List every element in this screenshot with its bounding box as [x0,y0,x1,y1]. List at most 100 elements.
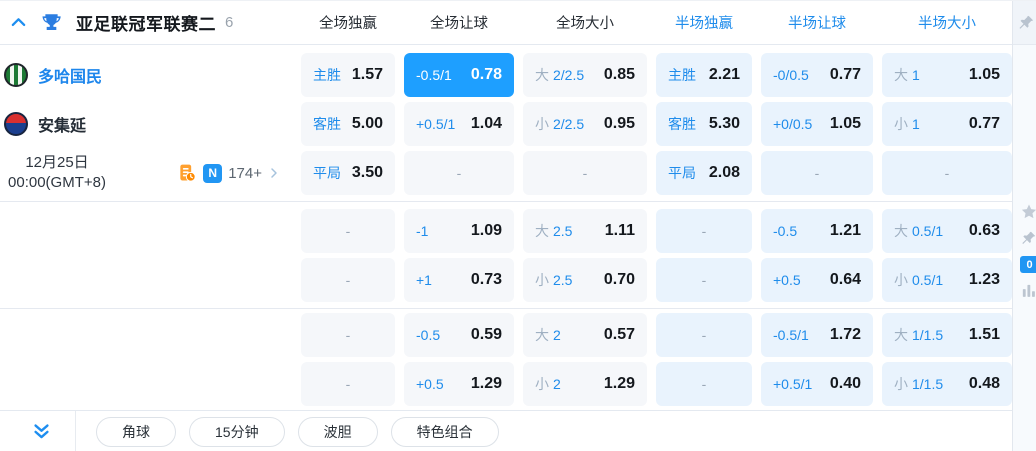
odds-value: 1.23 [968,271,1000,288]
odds-cell[interactable]: +0/0.5 1.05 [761,102,873,146]
odds-cell-empty: - [301,209,395,253]
odds-cell-empty: - [301,313,395,357]
odds-cell[interactable]: 平局 3.50 [301,151,395,195]
stats-bars-icon[interactable] [1020,282,1036,299]
odds-label: 大 0.5/1 [894,223,944,239]
odds-label: 小1 [894,116,920,132]
odds-value: 0.57 [603,326,635,343]
column-header-halftime-handicap[interactable]: 半场让球 [761,12,873,33]
odds-cell[interactable]: 大 2.5 1.11 [523,209,647,253]
odds-value: 1.11 [604,222,635,239]
odds-value: 3.50 [351,164,383,181]
odds-group: - -0.5 0.59 大 2 0.57 - -0.5/1 1.72 大 1/1.5 1.51 - +0.… [0,309,1012,410]
match-date: 12月25日 [25,154,89,171]
odds-label: +0.5 [773,272,801,288]
match-time: 00:00(GMT+8) [8,174,106,191]
odds-cell[interactable]: +0.5/1 1.04 [404,102,514,146]
row-left-panel [0,258,292,302]
column-header-halftime-overunder[interactable]: 半场大小 [882,12,1012,33]
market-button-special-combos[interactable]: 特色组合 [390,416,499,447]
odds-cell[interactable]: 小 2.5 0.70 [523,258,647,302]
odds-cell[interactable]: 客胜 5.00 [301,102,395,146]
right-rail: 0 [1012,1,1036,451]
empty-odds-dash: - [582,165,588,181]
odds-label: -1 [416,223,429,239]
odds-cell[interactable]: 平局 2.08 [656,151,752,195]
column-header-fulltime-handicap[interactable]: 全场让球 [404,12,514,33]
odds-cell[interactable]: -0.5/1 1.72 [761,313,873,357]
odds-cell[interactable]: 大 2/2.5 0.85 [523,53,647,97]
league-title[interactable]: 亚足联冠军联赛二 [76,10,216,35]
empty-odds-dash: - [456,165,462,181]
odds-cell[interactable]: 小 2/2.5 0.95 [523,102,647,146]
match-datetime: 12月25日 00:00(GMT+8) [0,153,116,193]
odds-cell[interactable]: -1 1.09 [404,209,514,253]
odds-cell[interactable]: +1 0.73 [404,258,514,302]
odds-cell[interactable]: 小 1/1.5 0.48 [882,362,1012,406]
column-header-fulltime-overunder[interactable]: 全场大小 [523,12,647,33]
home-team-name[interactable]: 多哈国民 [38,63,102,87]
odds-label: 平局 [668,165,696,181]
home-team-row: 多哈国民 [4,63,102,87]
pin-column-button[interactable] [1013,1,1036,45]
odds-value: 1.05 [968,66,1000,83]
odds-value: 1.04 [470,115,502,132]
more-markets-link[interactable]: N 174+ [177,163,280,183]
odds-cell[interactable]: 大 2 0.57 [523,313,647,357]
odds-cell[interactable]: -0.5 0.59 [404,313,514,357]
market-button-corners[interactable]: 角球 [96,416,176,447]
row-left-panel [0,209,292,253]
odds-cell[interactable]: 小 1 0.77 [882,102,1012,146]
empty-odds-dash: - [345,272,351,288]
odds-table: 多哈国民 主胜 1.57 -0.5/1 0.78 大 2/2.5 0.85 主胜 2.21 -0/… [0,45,1012,410]
odds-cell[interactable]: 小 0.5/1 1.23 [882,258,1012,302]
odds-cell[interactable]: 主胜 1.57 [301,53,395,97]
expand-double-chevron-down-icon[interactable] [32,422,51,441]
odds-cell[interactable]: +0.5 0.64 [761,258,873,302]
column-header-halftime-1x2[interactable]: 半场独赢 [656,12,752,33]
away-team-name[interactable]: 安集延 [38,112,86,136]
league-title-group: 亚足联冠军联赛二 6 [0,10,292,35]
odds-cell-selected[interactable]: -0.5/1 0.78 [404,53,514,97]
empty-odds-dash: - [944,165,950,181]
odds-cell-empty: - [656,209,752,253]
row-left-panel: 多哈国民 [0,53,292,97]
odds-value: 0.63 [968,222,1000,239]
pin-icon[interactable] [1020,230,1036,247]
chevron-right-icon [268,166,280,180]
odds-panel: 亚足联冠军联赛二 6 全场独赢 全场让球 全场大小 半场独赢 半场让球 半场大小… [0,0,1036,451]
odds-label: -0.5 [416,327,441,343]
odds-cell-empty: - [761,151,873,195]
odds-cell[interactable]: 大 1 1.05 [882,53,1012,97]
odds-value: 1.21 [829,222,861,239]
favorite-star-icon[interactable] [1020,203,1036,221]
row-left-panel [0,362,292,406]
notification-count-badge[interactable]: 0 [1020,256,1036,273]
odds-cell[interactable]: +0.5/1 0.40 [761,362,873,406]
odds-cell[interactable]: 大 1/1.5 1.51 [882,313,1012,357]
market-button-correct-score[interactable]: 波胆 [297,416,378,447]
odds-row: 多哈国民 主胜 1.57 -0.5/1 0.78 大 2/2.5 0.85 主胜 2.21 -0/… [0,53,1012,97]
column-header-fulltime-1x2[interactable]: 全场独赢 [301,12,395,33]
odds-label: 大2 [535,327,561,343]
footer-divider [75,410,76,451]
market-button-15min[interactable]: 15分钟 [189,416,285,447]
odds-value: 0.40 [829,375,861,392]
odds-label: 小 2/2.5 [535,116,585,132]
odds-label: 小2 [535,376,561,392]
odds-cell[interactable]: -0/0.5 0.77 [761,53,873,97]
odds-cell[interactable]: 客胜 5.30 [656,102,752,146]
empty-odds-dash: - [701,376,707,392]
odds-cell[interactable]: 大 0.5/1 0.63 [882,209,1012,253]
odds-cell[interactable]: 小 2 1.29 [523,362,647,406]
odds-cell-empty: - [404,151,514,195]
odds-label: 小 1/1.5 [894,376,944,392]
odds-cell[interactable]: 主胜 2.21 [656,53,752,97]
odds-cell[interactable]: -0.5 1.21 [761,209,873,253]
odds-row: 12月25日 00:00(GMT+8) N 174+ 平局 3.50 - - 平局 2.0… [0,151,1012,195]
odds-cell[interactable]: +0.5 1.29 [404,362,514,406]
odds-value: 1.29 [470,375,502,392]
odds-label: -0.5/1 [416,67,452,83]
odds-row: - -1 1.09 大 2.5 1.11 - -0.5 1.21 大 0.5/1 0.63 [0,209,1012,253]
collapse-chevron-up-icon[interactable] [10,14,27,31]
